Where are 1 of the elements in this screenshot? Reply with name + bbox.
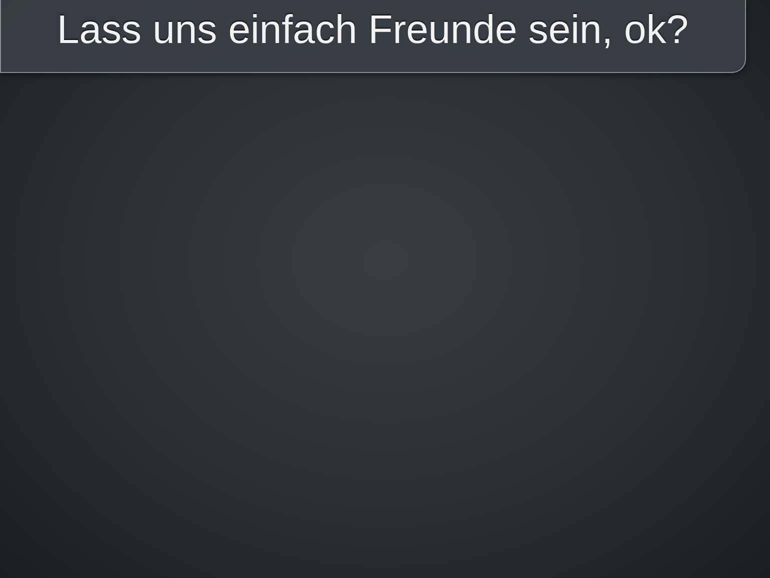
message-text: Lass uns einfach Freunde sein, ok?	[57, 7, 690, 54]
